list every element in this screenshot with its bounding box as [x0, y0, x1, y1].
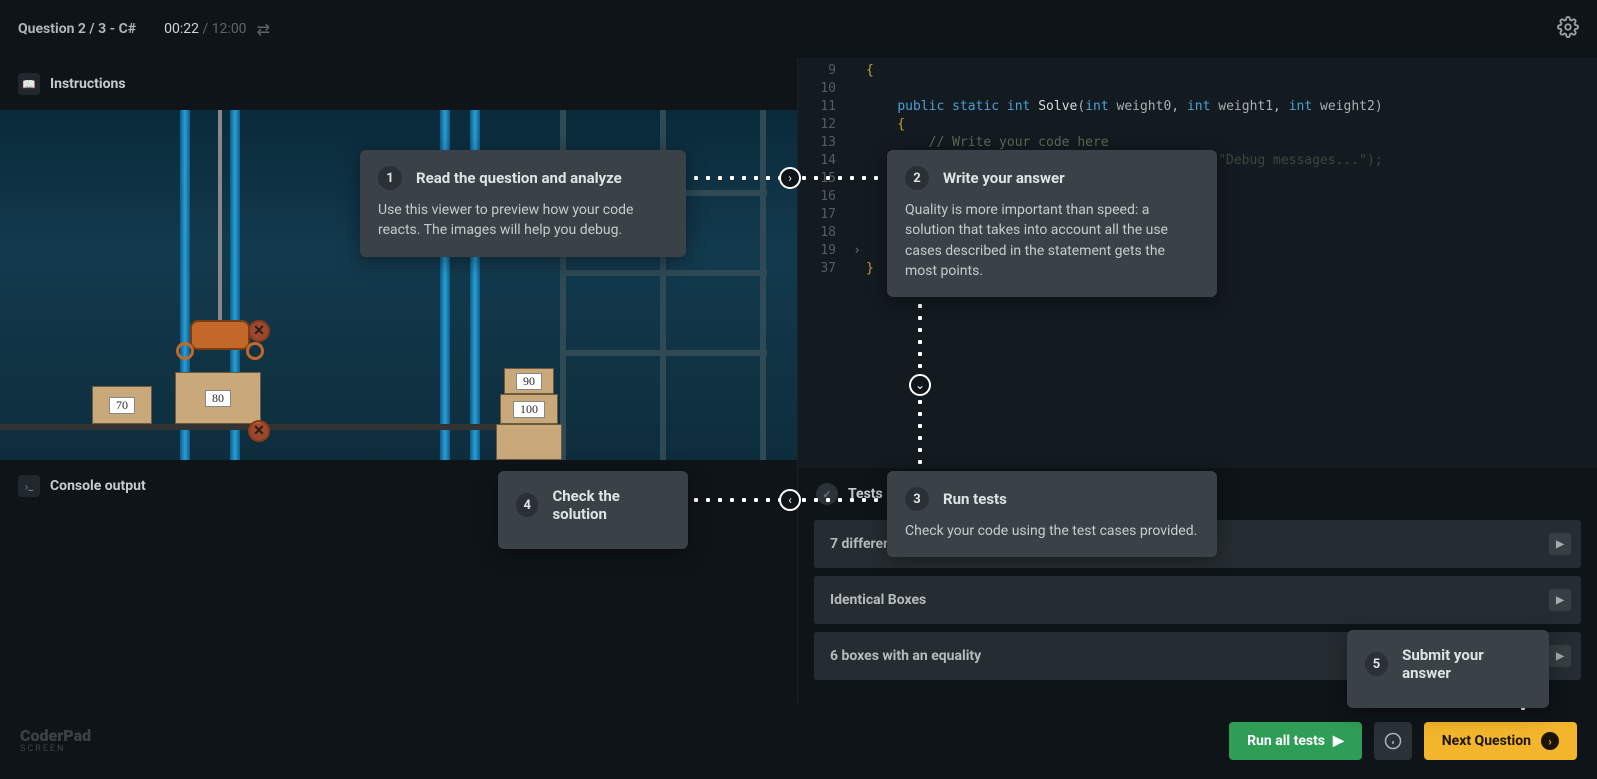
- swap-icon[interactable]: ⇄: [257, 20, 270, 39]
- run-test-icon[interactable]: ▶: [1549, 645, 1571, 667]
- box-90: 90: [504, 368, 554, 394]
- timer-elapsed: 00:22: [164, 21, 199, 37]
- close-marker-icon: ✕: [248, 320, 270, 342]
- book-icon: 📖: [18, 73, 40, 95]
- close-marker-icon: ✕: [248, 420, 270, 442]
- top-bar: Question 2 / 3 - C# 00:22 / 12:00 ⇄: [0, 0, 1597, 58]
- run-all-tests-button[interactable]: Run all tests▶: [1229, 722, 1362, 760]
- play-icon: ▶: [1333, 733, 1344, 749]
- run-test-icon[interactable]: ▶: [1549, 533, 1571, 555]
- question-title: Question 2 / 3 - C#: [18, 21, 136, 37]
- settings-icon[interactable]: [1557, 16, 1579, 42]
- chevron-left-icon: ‹: [779, 489, 801, 511]
- box-70: 70: [92, 386, 152, 424]
- code-line[interactable]: 10: [798, 80, 1597, 98]
- box-80: 80: [175, 372, 261, 424]
- info-button[interactable]: [1374, 722, 1412, 760]
- tour-step-4: 4Check the solution: [498, 471, 688, 549]
- tour-step-3: 3Run tests Check your code using the tes…: [887, 471, 1217, 557]
- timer: 00:22 / 12:00: [164, 21, 246, 37]
- instructions-header: 📖 Instructions: [0, 58, 797, 110]
- brand: CoderPad SCREEN: [20, 727, 91, 754]
- chevron-right-icon: ›: [779, 167, 801, 189]
- box-stack-base: [496, 424, 562, 460]
- test-name: Identical Boxes: [830, 592, 926, 608]
- chevron-down-icon: ⌄: [909, 374, 931, 396]
- box-100: 100: [500, 394, 558, 424]
- tour-step-2: 2Write your answer Quality is more impor…: [887, 150, 1217, 297]
- code-line[interactable]: 11 public static int Solve(int weight0, …: [798, 98, 1597, 116]
- test-row[interactable]: Identical Boxes ▶: [814, 576, 1581, 624]
- next-question-button[interactable]: Next Question›: [1424, 722, 1577, 760]
- test-name: 6 boxes with an equality: [830, 648, 981, 664]
- chevron-right-icon: ›: [1541, 732, 1559, 750]
- run-test-icon[interactable]: ▶: [1549, 589, 1571, 611]
- code-line[interactable]: 12 {: [798, 116, 1597, 134]
- instructions-label: Instructions: [50, 76, 126, 92]
- code-line[interactable]: 9{: [798, 62, 1597, 80]
- footer: CoderPad SCREEN Run all tests▶ Next Ques…: [0, 703, 1597, 779]
- console-label: Console output: [50, 478, 146, 494]
- tour-step-1: 1Read the question and analyze Use this …: [360, 150, 686, 257]
- timer-total: / 12:00: [202, 21, 246, 37]
- terminal-icon: ›_: [18, 475, 40, 497]
- tour-step-5: 5Submit your answer: [1347, 630, 1549, 708]
